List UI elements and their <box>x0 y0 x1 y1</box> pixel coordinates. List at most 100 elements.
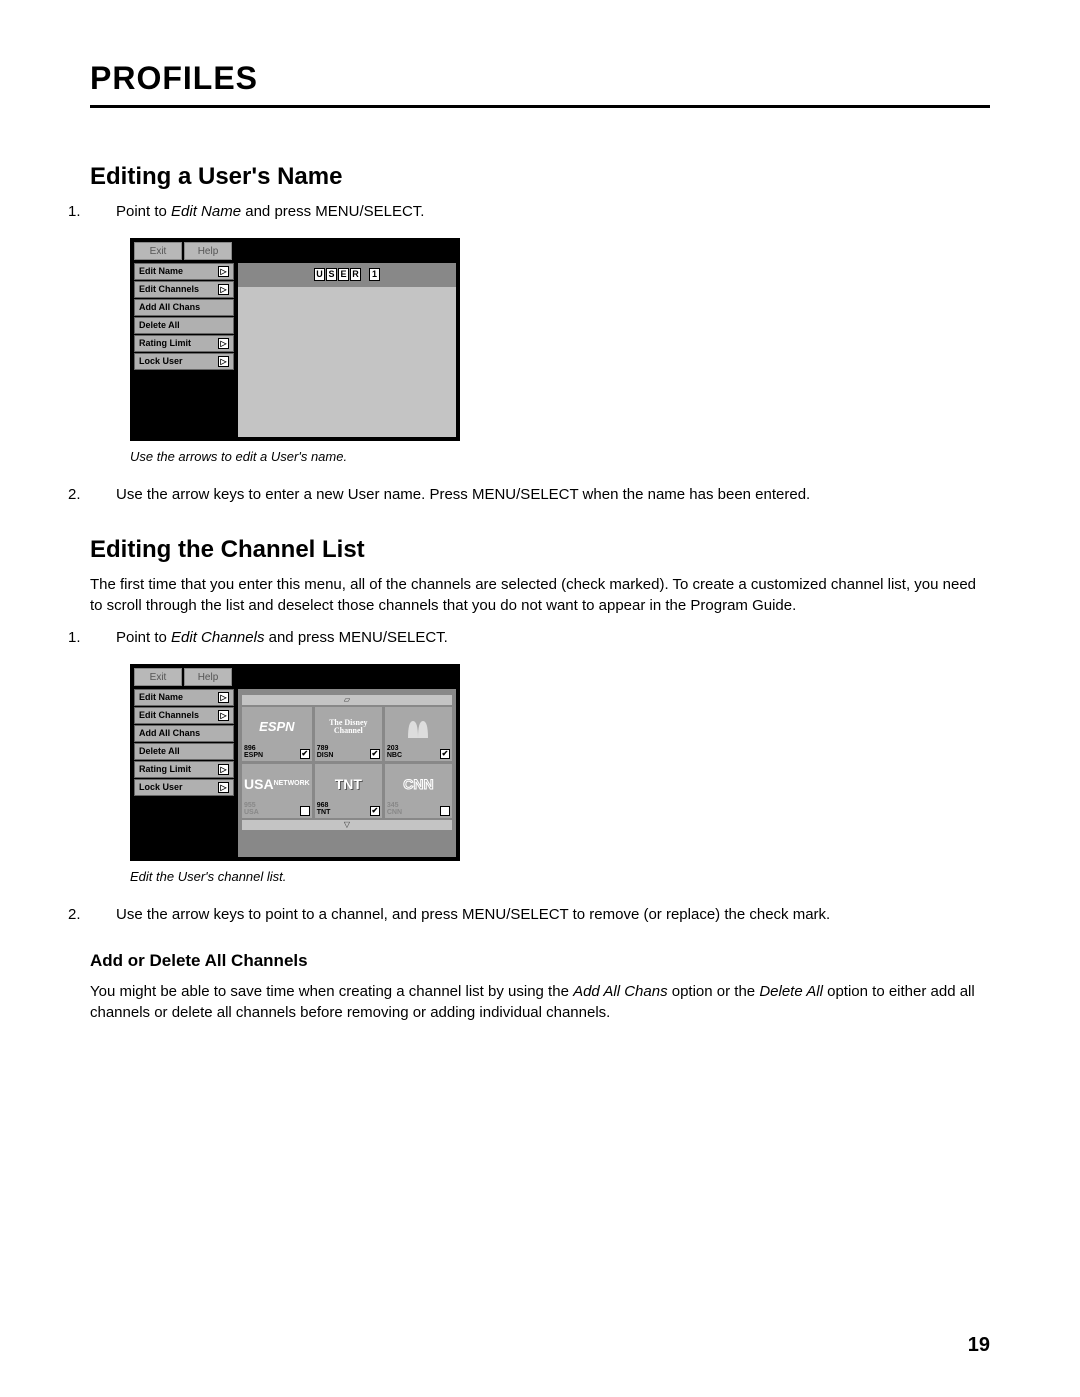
channel-logo: ESPN <box>244 709 310 745</box>
channel-cell[interactable]: CNN 345CNN <box>385 764 452 818</box>
title-rule <box>90 105 990 108</box>
sidebar-item-edit-channels[interactable]: Edit Channels▷ <box>134 281 234 298</box>
text: option or the <box>668 983 760 1000</box>
checkbox-icon[interactable]: ✔ <box>370 806 380 816</box>
channel-cell[interactable]: USANETWORK 955USA <box>242 764 312 818</box>
sidebar: Edit Name▷ Edit Channels▷ Add All Chans … <box>134 689 234 857</box>
help-button[interactable]: Help <box>184 242 232 260</box>
heading-edit-name: Editing a User's Name <box>90 163 990 191</box>
arrow-right-icon: ▷ <box>218 338 229 349</box>
arrow-right-icon: ▷ <box>218 692 229 703</box>
checkbox-icon[interactable]: ✔ <box>440 749 450 759</box>
channel-cell[interactable]: TNT 968TNT ✔ <box>315 764 382 818</box>
text: Use the arrow keys to enter a new User n… <box>116 486 810 503</box>
channel-code: DISN <box>317 752 334 759</box>
add-delete-body: You might be able to save time when crea… <box>90 981 990 1025</box>
channel-cell[interactable]: The Disney Channel 789DISN ✔ <box>315 707 382 761</box>
channel-num: 345 <box>387 802 399 809</box>
text: and press MENU/SELECT. <box>241 203 424 220</box>
label: Delete All <box>139 320 180 330</box>
label: Rating Limit <box>139 338 191 348</box>
text-italic: Add All Chans <box>573 983 668 1000</box>
channel-num: 203 <box>387 745 399 752</box>
page-number: 19 <box>968 1334 990 1357</box>
sidebar-item-lock-user[interactable]: Lock User ▷ <box>134 779 234 796</box>
channel-grid-pane: ▱ ESPN 896ESPN ✔ The Disney Channel 789DI… <box>238 689 456 857</box>
sidebar-item-rating-limit[interactable]: Rating Limit ▷ <box>134 335 234 352</box>
channel-logo: TNT <box>317 766 380 802</box>
text: You might be able to save time when crea… <box>90 983 573 1000</box>
label: Lock User <box>139 782 183 792</box>
exit-button[interactable]: Exit <box>134 668 182 686</box>
name-letter[interactable]: S <box>326 268 337 281</box>
arrow-right-icon: ▷ <box>218 284 229 295</box>
channel-code: NBC <box>387 752 402 759</box>
sidebar-item-add-all-chans[interactable]: Add All Chans <box>134 725 234 742</box>
sidebar-item-add-all-chans[interactable]: Add All Chans <box>134 299 234 316</box>
edit-channels-step-2: 2.Use the arrow keys to point to a chann… <box>120 904 990 926</box>
channel-code: USA <box>244 809 259 816</box>
sidebar-item-edit-channels[interactable]: Edit Channels▷ <box>134 707 234 724</box>
channel-logo <box>387 709 450 745</box>
arrow-right-icon: ▷ <box>218 782 229 793</box>
channel-logo: The Disney Channel <box>317 709 380 745</box>
sidebar-item-delete-all[interactable]: Delete All <box>134 317 234 334</box>
channel-cell[interactable]: ESPN 896ESPN ✔ <box>242 707 312 761</box>
checkbox-icon[interactable] <box>440 806 450 816</box>
sidebar-item-edit-name[interactable]: Edit Name ▷ <box>134 689 234 706</box>
checkbox-icon[interactable]: ✔ <box>300 749 310 759</box>
text: Point to <box>116 629 171 646</box>
name-letter[interactable]: 1 <box>369 268 380 281</box>
exit-button[interactable]: Exit <box>134 242 182 260</box>
label: Rating Limit <box>139 764 191 774</box>
name-letter[interactable]: U <box>314 268 325 281</box>
edit-channels-intro: The first time that you enter this menu,… <box>90 574 990 618</box>
channel-cell[interactable]: 203NBC ✔ <box>385 707 452 761</box>
channel-code: CNN <box>387 809 402 816</box>
text: Use the arrow keys to point to a channel… <box>116 906 830 923</box>
heading-edit-channels: Editing the Channel List <box>90 536 990 564</box>
label: Lock User <box>139 356 183 366</box>
label: Edit Name <box>139 266 183 276</box>
screenshot-edit-name: Exit Help Edit Name▷ Edit Channels▷ Add … <box>130 238 990 441</box>
arrow-right-icon: ▷ <box>218 356 229 367</box>
channel-code: ESPN <box>244 752 263 759</box>
text-italic: Edit Name <box>171 203 241 220</box>
label: Add All Chans <box>139 302 200 312</box>
text: and press MENU/SELECT. <box>264 629 447 646</box>
text: Point to <box>116 203 171 220</box>
checkbox-icon[interactable]: ✔ <box>370 749 380 759</box>
sidebar-item-rating-limit[interactable]: Rating Limit ▷ <box>134 761 234 778</box>
label: Edit Channels <box>139 710 199 720</box>
screenshot-edit-channels: Exit Help Edit Name▷ Edit Channels▷ Add … <box>130 664 990 861</box>
edit-channels-step-1: 1.Point to Edit Channels and press MENU/… <box>120 627 990 649</box>
checkbox-icon[interactable] <box>300 806 310 816</box>
name-letter[interactable]: R <box>350 268 361 281</box>
sidebar-item-delete-all[interactable]: Delete All <box>134 743 234 760</box>
scroll-up-icon[interactable]: ▱ <box>242 695 452 705</box>
help-button[interactable]: Help <box>184 668 232 686</box>
channel-num: 968 <box>317 802 329 809</box>
name-entry-row[interactable]: U S E R 1 <box>238 263 456 287</box>
channel-code: TNT <box>317 809 331 816</box>
arrow-right-icon: ▷ <box>218 764 229 775</box>
channel-num: 896 <box>244 745 256 752</box>
heading-add-delete: Add or Delete All Channels <box>90 951 990 971</box>
sidebar: Edit Name▷ Edit Channels▷ Add All Chans … <box>134 263 234 437</box>
channel-num: 955 <box>244 802 256 809</box>
channel-logo: USANETWORK <box>244 766 310 802</box>
label: Add All Chans <box>139 728 200 738</box>
text-italic: Edit Channels <box>171 629 264 646</box>
scroll-down-icon[interactable]: ▽ <box>242 820 452 830</box>
channel-logo: CNN <box>387 766 450 802</box>
edit-name-step-1: 1.Point to Edit Name and press MENU/SELE… <box>120 201 990 223</box>
sidebar-item-edit-name[interactable]: Edit Name▷ <box>134 263 234 280</box>
main-pane: U S E R 1 <box>238 263 456 437</box>
sidebar-item-lock-user[interactable]: Lock User ▷ <box>134 353 234 370</box>
page-title: PROFILES <box>90 60 990 97</box>
text-italic: Delete All <box>759 983 823 1000</box>
name-letter[interactable]: E <box>338 268 349 281</box>
label: Edit Name <box>139 692 183 702</box>
channel-num: 789 <box>317 745 329 752</box>
edit-name-step-2: 2.Use the arrow keys to enter a new User… <box>120 484 990 506</box>
